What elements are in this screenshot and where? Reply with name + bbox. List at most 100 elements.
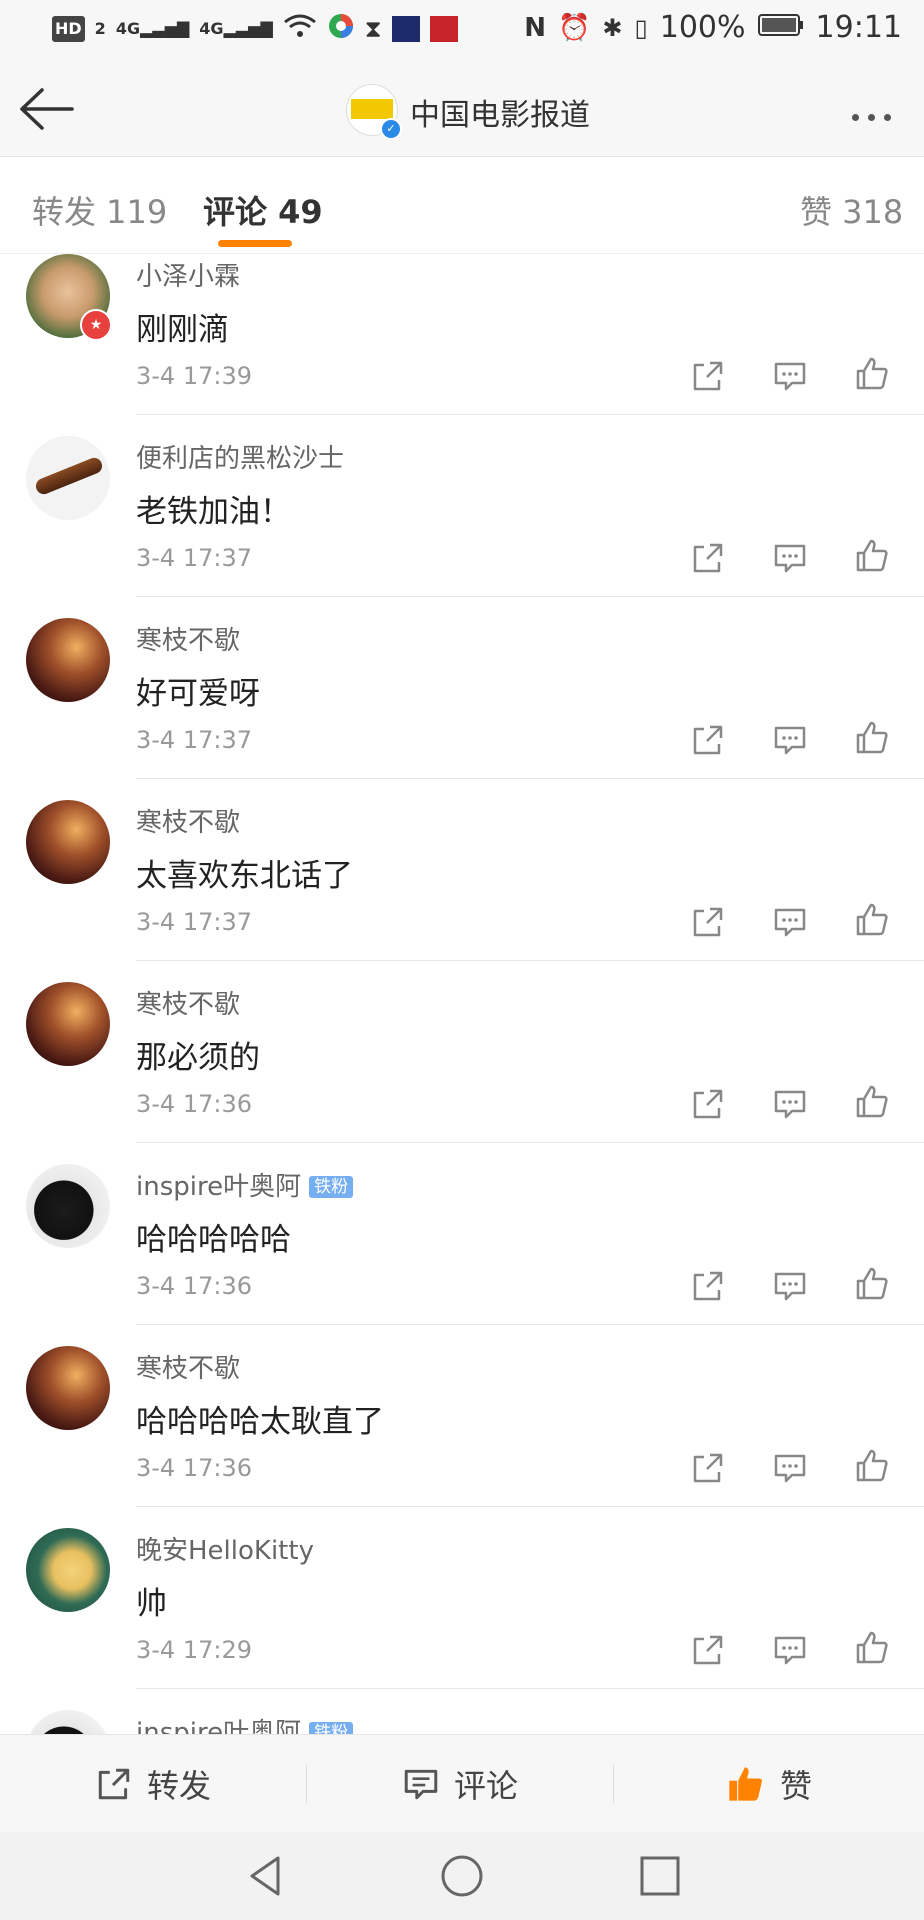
repost-icon[interactable]: [690, 904, 726, 940]
comment-username-text[interactable]: inspire叶奥阿: [136, 1718, 301, 1734]
comment-time: 3-4 17:36: [136, 1090, 252, 1118]
comment-list[interactable]: ★ 小泽小霖 刚刚滴 3-4 17:39 便利店的黑松沙士 老铁加油！ 3-4 …: [0, 254, 924, 1734]
status-left-group: HD 2 4G▂▃▅▇ 4G▂▃▅▇ ⧗: [52, 12, 458, 45]
divider: [136, 778, 924, 779]
system-recents-icon[interactable]: [638, 1854, 682, 1898]
arrow-left-icon: [20, 88, 74, 130]
repost-action-button[interactable]: 转发: [0, 1735, 306, 1833]
divider: [136, 1506, 924, 1507]
avatar[interactable]: [26, 1164, 110, 1248]
comment-text: 哈哈哈哈太耿直了: [136, 1404, 384, 1440]
like-action-label: 赞: [779, 1767, 812, 1805]
comment-time: 3-4 17:36: [136, 1454, 252, 1482]
repost-icon[interactable]: [690, 358, 726, 394]
comment-action-button[interactable]: 评论: [307, 1735, 613, 1833]
alarm-icon: ⏰: [558, 12, 591, 43]
comment-username-text[interactable]: inspire叶奥阿: [136, 1172, 301, 1202]
comment-text: 刚刚滴: [136, 312, 229, 348]
reply-icon[interactable]: [772, 1268, 808, 1304]
comment-item: 寒枝不歇 哈哈哈哈太耿直了 3-4 17:36: [0, 1346, 924, 1528]
repost-icon[interactable]: [690, 722, 726, 758]
comment-time: 3-4 17:29: [136, 1636, 252, 1664]
tab-bar: 转发 119 评论 49 赞 318: [0, 157, 924, 254]
like-icon[interactable]: [854, 356, 890, 392]
tab-active-indicator: [218, 240, 292, 247]
avatar[interactable]: [26, 1710, 110, 1734]
fan-badge: 铁粉: [309, 1176, 354, 1198]
comment-item: inspire叶奥阿 铁粉 哈哈哈哈哈 3-4 17:36: [0, 1164, 924, 1346]
verified-badge-icon: ✓: [380, 118, 402, 140]
repost-icon[interactable]: [690, 1632, 726, 1668]
repost-action-label: 转发: [146, 1767, 211, 1805]
reply-icon[interactable]: [772, 1632, 808, 1668]
like-icon[interactable]: [854, 538, 890, 574]
tab-comment[interactable]: 评论 49: [203, 187, 323, 233]
reply-icon[interactable]: [772, 358, 808, 394]
clock-time: 19:11: [815, 10, 902, 45]
avatar[interactable]: [26, 618, 110, 702]
reply-icon[interactable]: [772, 1450, 808, 1486]
comment-username[interactable]: 寒枝不歇: [136, 984, 240, 1021]
signal-4g-icon-2: 4G▂▃▅▇: [199, 18, 273, 38]
battery-icon: [757, 10, 804, 45]
back-button[interactable]: [18, 84, 76, 134]
fan-badge: 铁粉: [309, 1722, 354, 1734]
divider: [136, 1688, 924, 1689]
divider: [136, 596, 924, 597]
comment-item: inspire叶奥阿 铁粉: [0, 1710, 924, 1734]
comment-time: 3-4 17:37: [136, 726, 252, 754]
more-dot: [868, 114, 875, 121]
vibrate-icon: ▯: [634, 13, 648, 42]
comment-text: 太喜欢东北话了: [136, 858, 353, 894]
avatar[interactable]: [26, 1346, 110, 1430]
reply-icon[interactable]: [772, 722, 808, 758]
comment-text: 哈哈哈哈哈: [136, 1222, 291, 1258]
wifi-icon: [283, 13, 317, 44]
repost-icon[interactable]: [690, 1086, 726, 1122]
page-title[interactable]: 中国电影报道: [410, 90, 590, 134]
like-icon[interactable]: [854, 1448, 890, 1484]
comment-item: 寒枝不歇 好可爱呀 3-4 17:37: [0, 618, 924, 800]
signal-4g-label: 4G: [115, 18, 141, 38]
more-button[interactable]: [852, 106, 900, 125]
avatar[interactable]: [26, 800, 110, 884]
avatar[interactable]: [26, 436, 110, 520]
repost-icon[interactable]: [690, 540, 726, 576]
comment-username[interactable]: 寒枝不歇: [136, 802, 240, 839]
comment-username[interactable]: 小泽小霖: [136, 256, 240, 293]
repost-icon[interactable]: [690, 1268, 726, 1304]
comment-item: ★ 小泽小霖 刚刚滴 3-4 17:39: [0, 254, 924, 436]
tab-repost[interactable]: 转发 119: [32, 187, 167, 233]
avatar[interactable]: [26, 982, 110, 1066]
divider: [136, 1142, 924, 1143]
reply-icon[interactable]: [772, 904, 808, 940]
like-icon[interactable]: [854, 720, 890, 756]
avatar[interactable]: [26, 1528, 110, 1612]
reply-icon[interactable]: [772, 1086, 808, 1122]
like-icon[interactable]: [854, 1266, 890, 1302]
comment-username[interactable]: 晚安HelloKitty: [136, 1530, 314, 1567]
comment-text: 那必须的: [136, 1040, 260, 1076]
like-icon[interactable]: [854, 1084, 890, 1120]
battery-percent: 100%: [659, 10, 746, 45]
system-nav-bar: [0, 1832, 924, 1920]
like-icon[interactable]: [854, 1630, 890, 1666]
like-filled-icon: [729, 1767, 762, 1801]
reply-icon[interactable]: [772, 540, 808, 576]
comment-username[interactable]: 寒枝不歇: [136, 620, 240, 657]
repost-icon[interactable]: [690, 1450, 726, 1486]
system-back-icon[interactable]: [244, 1854, 288, 1898]
news-app-icon: [391, 15, 420, 42]
system-home-icon[interactable]: [440, 1854, 484, 1898]
sim-2-label: 2: [94, 18, 106, 38]
tab-like[interactable]: 赞 318: [800, 187, 903, 233]
comment-username[interactable]: 便利店的黑松沙士: [136, 438, 344, 475]
account-logo-icon: [351, 99, 393, 119]
bluetooth-icon: ✱: [602, 13, 623, 42]
like-action-button[interactable]: 赞: [614, 1735, 924, 1833]
comment-icon: [404, 1769, 438, 1800]
comment-item: 寒枝不歇 那必须的 3-4 17:36: [0, 982, 924, 1164]
like-icon[interactable]: [854, 902, 890, 938]
comment-username[interactable]: 寒枝不歇: [136, 1348, 240, 1385]
comment-item: 寒枝不歇 太喜欢东北话了 3-4 17:37: [0, 800, 924, 982]
